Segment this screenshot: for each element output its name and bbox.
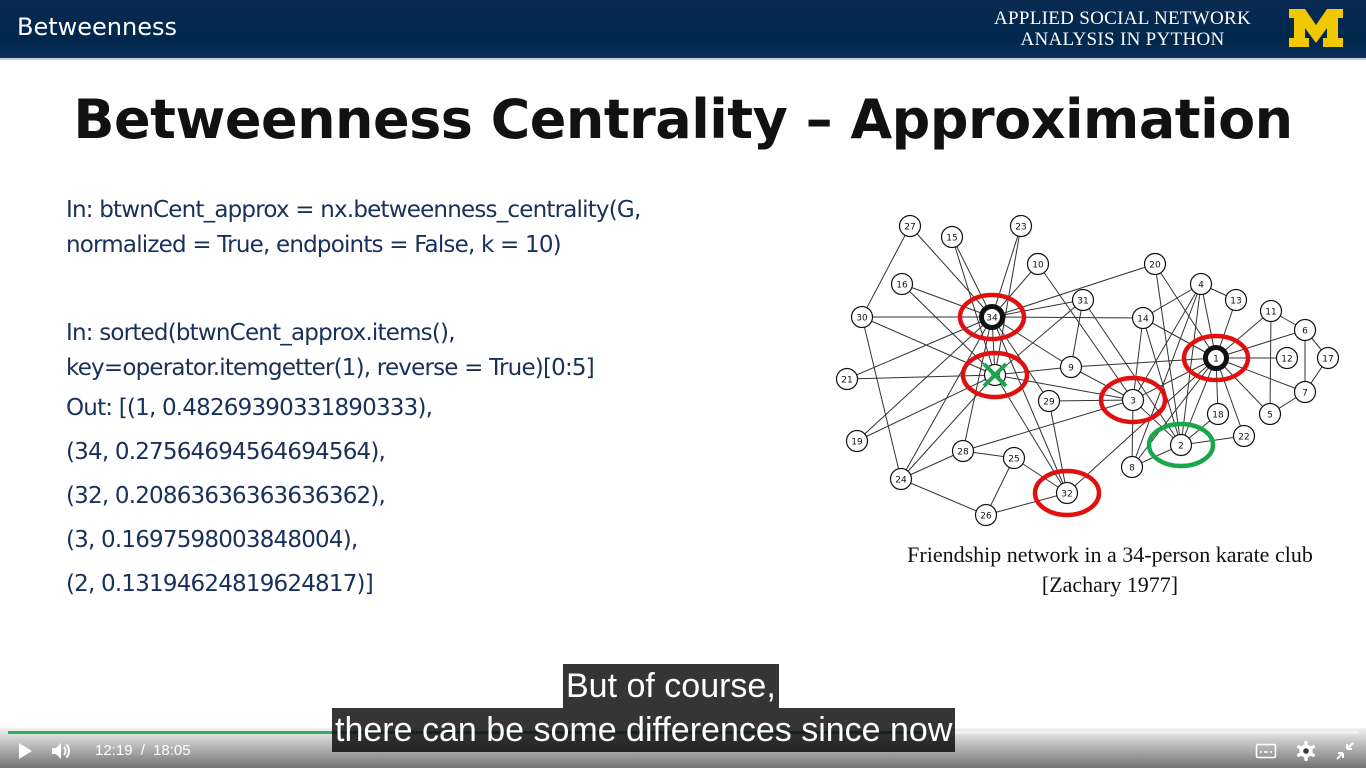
karate-club-network-diagram: 2715231020163431144131163033911217212937… <box>835 214 1340 527</box>
network-node-label: 8 <box>1129 464 1135 474</box>
network-edge <box>900 316 993 480</box>
network-node-label: 18 <box>1212 411 1224 421</box>
network-node-label: 14 <box>1137 315 1149 325</box>
duration: 18:05 <box>153 742 191 759</box>
network-node-label: 12 <box>1281 355 1292 365</box>
network-node-label: 3 <box>1130 397 1136 407</box>
network-edge <box>846 316 993 380</box>
output-line: (3, 0.1697598003848004), <box>66 527 358 553</box>
network-node-label: 24 <box>895 476 907 486</box>
network-edge <box>861 316 902 480</box>
network-edge <box>861 225 911 318</box>
network-node-label: 7 <box>1302 389 1308 399</box>
network-node-label: 6 <box>1302 327 1308 337</box>
network-edge <box>991 316 1144 319</box>
network-node-label: 32 <box>1061 490 1072 500</box>
slide-title: Betweenness Centrality – Approximation <box>73 88 1293 151</box>
network-edge <box>1269 310 1272 415</box>
code-line: normalized = True, endpoints = False, k … <box>66 232 562 258</box>
header-bar: Betweenness APPLIED SOCIAL NETWORK ANALY… <box>0 0 1366 60</box>
network-node-label: 17 <box>1322 355 1333 365</box>
course-title-line1: APPLIED SOCIAL NETWORK <box>993 8 1252 29</box>
network-edge <box>900 374 996 480</box>
output-line: Out: [(1, 0.48269390331890333), <box>66 395 433 421</box>
network-node-label: 19 <box>851 438 863 448</box>
network-edge <box>846 374 996 380</box>
course-title: APPLIED SOCIAL NETWORK ANALYSIS IN PYTHO… <box>975 8 1270 50</box>
network-node-label: 5 <box>1267 411 1273 421</box>
network-node-label: 27 <box>904 223 915 233</box>
output-line: (2, 0.13194624819624817)] <box>66 571 374 597</box>
network-node-label: 20 <box>1149 261 1161 271</box>
time-display: 12:19 / 18:05 <box>95 742 191 759</box>
section-title: Betweenness <box>17 13 177 41</box>
network-node-label: 1 <box>1213 355 1219 365</box>
network-node-label: 13 <box>1230 297 1241 307</box>
network-node-label: 26 <box>980 512 992 522</box>
network-node-label: 2 <box>1178 442 1184 452</box>
code-block-betweenness-call: In: btwnCent_approx = nx.betweenness_cen… <box>66 193 641 263</box>
play-icon[interactable] <box>14 740 36 762</box>
network-edge <box>861 316 996 376</box>
exit-fullscreen-icon[interactable] <box>1334 740 1356 762</box>
network-node-label: 16 <box>896 281 908 291</box>
logo-letter: M <box>1288 8 1289 9</box>
network-edge <box>1048 399 1134 402</box>
code-line: key=operator.itemgetter(1), reverse = Tr… <box>66 355 595 381</box>
network-node-label: 29 <box>1043 398 1055 408</box>
network-node-label: 22 <box>1238 433 1249 443</box>
network-node-label: 21 <box>841 376 852 386</box>
settings-gear-icon[interactable] <box>1295 740 1317 762</box>
course-title-line2: ANALYSIS IN PYTHON <box>1020 29 1225 50</box>
network-edge <box>856 374 996 442</box>
network-node-label: 25 <box>1008 455 1019 465</box>
network-node-label: 15 <box>946 234 957 244</box>
time-separator: / <box>140 742 145 759</box>
network-node-label: 28 <box>957 448 969 458</box>
network-node-label: 34 <box>986 314 998 324</box>
network-node-label: 23 <box>1015 223 1026 233</box>
network-edge <box>1070 357 1217 368</box>
output-line: (32, 0.20863636363636362), <box>66 483 386 509</box>
code-block-sorted-output: In: sorted(btwnCent_approx.items(), key=… <box>66 316 595 606</box>
network-node-label: 4 <box>1198 281 1204 291</box>
output-line: (34, 0.27564694564694564), <box>66 439 386 465</box>
current-time: 12:19 <box>95 742 133 759</box>
captions-icon[interactable] <box>1255 740 1277 762</box>
figure-caption: Friendship network in a 34-person karate… <box>855 540 1365 600</box>
network-edge <box>900 478 987 516</box>
network-node-label: 11 <box>1265 308 1276 318</box>
network-edge <box>994 366 1072 376</box>
network-node-label: 31 <box>1077 297 1088 307</box>
network-node-label: 30 <box>856 314 868 324</box>
subtitle-line-2: there can be some differences since now <box>332 708 956 752</box>
code-line: In: btwnCent_approx = nx.betweenness_cen… <box>66 197 641 223</box>
subtitle-line-1: But of course, <box>563 664 779 708</box>
block-m-logo-shape <box>1289 9 1343 47</box>
network-edge <box>1132 317 1144 401</box>
network-edge <box>991 263 1156 318</box>
network-node-label: 9 <box>1068 364 1074 374</box>
network-edge <box>1154 263 1182 446</box>
university-logo: M <box>1288 8 1343 47</box>
network-node-label: 10 <box>1032 261 1044 271</box>
network-edge <box>994 374 1134 401</box>
caption-line2: [Zachary 1977] <box>1041 572 1179 597</box>
code-line: In: sorted(btwnCent_approx.items(), <box>66 320 456 346</box>
caption-line1: Friendship network in a 34-person karate… <box>907 542 1313 567</box>
volume-icon[interactable] <box>50 740 72 762</box>
